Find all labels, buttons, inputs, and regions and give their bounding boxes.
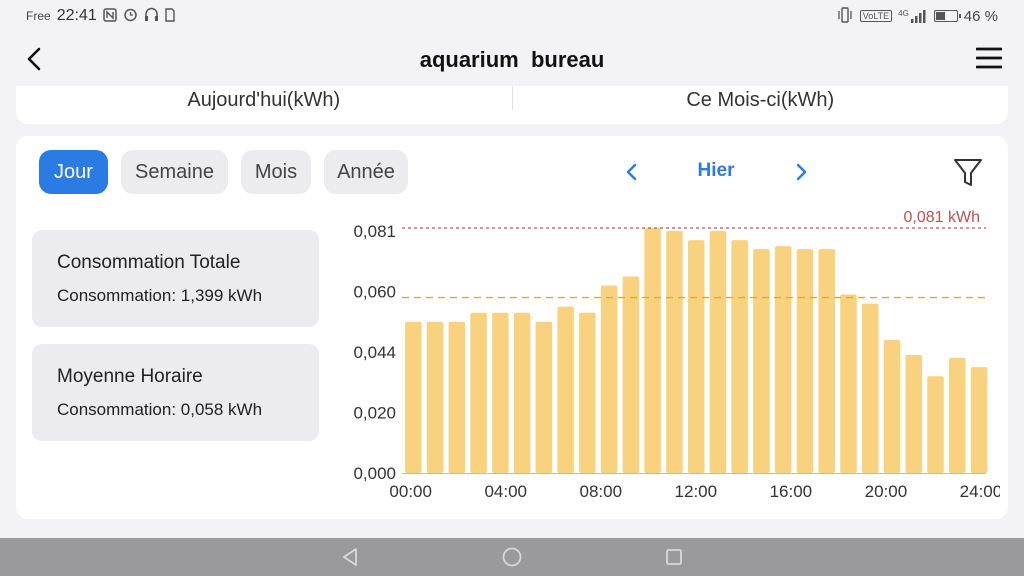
chart-x-axis: 00:00 04:00 08:00 12:00 16:00 20:00 24:00: [389, 473, 1000, 501]
consumption-card: Jour Semaine Mois Année Hier Consommatio…: [16, 136, 1008, 519]
network-type: 4G: [898, 9, 909, 18]
status-bar: Free 22:41 VoLTE 4G 46 %: [0, 0, 1024, 32]
y-tick-label: 0,000: [353, 464, 396, 483]
carrier-label: Free: [26, 9, 51, 23]
x-tick-label: 08:00: [580, 482, 623, 501]
menu-button[interactable]: [975, 46, 1003, 70]
chevron-left-icon: [27, 47, 41, 71]
month-summary: Ce Mois-ci(kWh): [513, 86, 1009, 124]
circle-home-icon: [502, 547, 522, 567]
chart-bar: [666, 231, 683, 473]
signal-icon: 4G: [898, 9, 928, 23]
tab-year[interactable]: Année: [324, 150, 408, 194]
hamburger-menu-icon: [975, 47, 1003, 69]
today-summary: Aujourd'hui(kWh): [16, 86, 512, 124]
hourly-average-card: Moyenne Horaire Consommation: 0,058 kWh: [32, 344, 319, 441]
chart-bar: [557, 306, 574, 473]
chart-bar: [883, 339, 901, 473]
chart-bar: [731, 240, 748, 473]
sim-icon: [165, 7, 175, 25]
square-recents-icon: [666, 549, 682, 565]
app-header: aquarium bureau: [0, 32, 1024, 88]
tab-day[interactable]: Jour: [39, 150, 108, 194]
battery-icon: [933, 10, 961, 22]
chart-bar: [970, 367, 988, 473]
chart-bar: [796, 249, 814, 473]
total-consumption-value: Consommation: 1,399 kWh: [57, 286, 263, 305]
hourly-average-value: Consommation: 0,058 kWh: [57, 400, 263, 419]
chart-bar: [405, 321, 422, 473]
tab-month[interactable]: Mois: [241, 150, 311, 194]
today-label: Aujourd'hui(kWh): [187, 88, 341, 111]
chart-bar: [818, 249, 835, 473]
chevron-left-icon: [626, 163, 637, 181]
chart-bar: [905, 355, 923, 473]
chart-bar: [600, 285, 618, 473]
total-consumption-title: Consommation Totale: [57, 252, 241, 273]
consumption-bar-chart: 0,081 kWh 0,000 0,020 0,044 0,060 0,081 00:0…: [353, 209, 1000, 501]
chart-bar: [927, 376, 944, 473]
chart-bar: [513, 312, 531, 473]
chart-bar: [622, 276, 640, 473]
chart-bar: [949, 358, 966, 473]
filter-button[interactable]: [952, 156, 984, 190]
x-tick-label: 24:00: [960, 482, 1000, 501]
chart-bar: [687, 240, 705, 473]
chart-bar: [709, 231, 727, 473]
chart-bar: [535, 321, 553, 473]
system-navigation-bar: [0, 538, 1024, 576]
battery-percent: 46 %: [963, 7, 998, 25]
x-tick-label: 04:00: [484, 482, 527, 501]
next-date-button[interactable]: [793, 162, 809, 182]
hourly-average-title: Moyenne Horaire: [57, 366, 203, 387]
chart-bar: [753, 249, 770, 473]
chart-bar: [426, 321, 444, 473]
triangle-back-icon: [343, 548, 357, 566]
page-title: aquarium bureau: [419, 47, 605, 72]
alarm-icon: [123, 7, 138, 25]
max-value-label: 0,081 kWh: [904, 209, 980, 226]
vibrate-icon: [836, 6, 854, 26]
y-tick-label: 0,081: [353, 222, 396, 241]
filter-icon: [954, 159, 982, 186]
date-label: Hier: [697, 160, 735, 181]
system-home-button[interactable]: [501, 546, 523, 568]
chart-bar: [579, 312, 596, 473]
headphones-icon: [144, 7, 159, 25]
clock: 22:41: [56, 7, 97, 24]
x-tick-label: 12:00: [675, 482, 718, 501]
y-tick-label: 0,020: [353, 404, 396, 423]
total-consumption-card: Consommation Totale Consommation: 1,399 …: [32, 230, 319, 327]
battery-level: [935, 12, 945, 20]
y-tick-label: 0,044: [353, 343, 396, 362]
x-tick-label: 20:00: [865, 482, 908, 501]
chart-bar: [470, 312, 487, 473]
system-back-button[interactable]: [339, 546, 361, 568]
chart-bars: [405, 228, 988, 473]
system-recents-button[interactable]: [663, 546, 685, 568]
summary-card: Aujourd'hui(kWh) Ce Mois-ci(kWh): [16, 86, 1008, 124]
x-tick-label: 00:00: [389, 482, 432, 501]
chart-bar: [840, 294, 857, 473]
month-label: Ce Mois-ci(kWh): [686, 88, 835, 111]
chart-bar: [644, 228, 661, 473]
chart-y-axis: 0,000 0,020 0,044 0,060 0,081: [353, 222, 396, 483]
volte-icon: VoLTE: [859, 10, 893, 22]
back-button[interactable]: [22, 44, 46, 74]
chart-bar: [448, 321, 466, 473]
x-tick-label: 16:00: [770, 482, 813, 501]
tab-week[interactable]: Semaine: [121, 150, 228, 194]
previous-date-button[interactable]: [624, 162, 640, 182]
volte-text: VoLTE: [859, 10, 893, 22]
y-tick-label: 0,060: [353, 283, 396, 302]
status-right: VoLTE 4G 46 %: [836, 6, 998, 26]
chart-bar: [492, 312, 509, 473]
chart-bar: [861, 303, 879, 473]
chart-bar: [774, 246, 792, 473]
status-left: Free 22:41: [26, 7, 175, 25]
nfc-icon: [102, 7, 117, 25]
chevron-right-icon: [796, 163, 807, 181]
